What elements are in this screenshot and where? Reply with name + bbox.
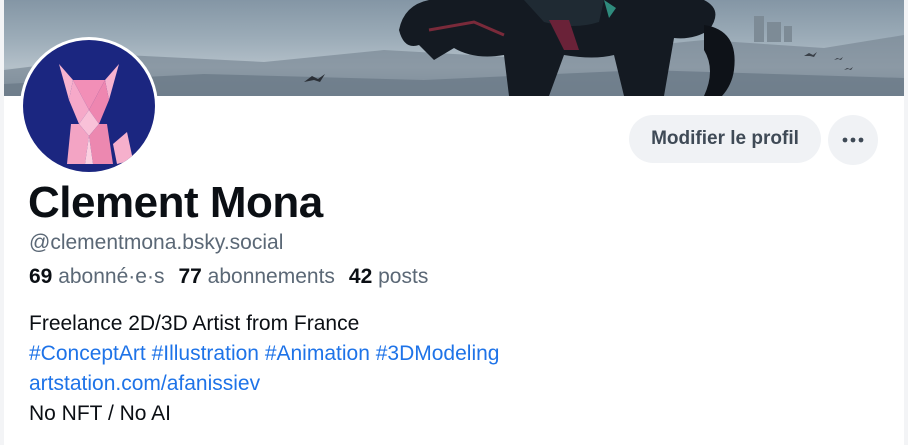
- origami-fox-icon: [59, 64, 133, 164]
- profile-handle: @clementmona.bsky.social: [29, 231, 284, 254]
- bio-line: No NFT / No AI: [29, 402, 171, 425]
- profile-header: Modifier le profil Clement Mona @clement…: [0, 0, 908, 445]
- posts-stat: 42 posts: [349, 265, 428, 289]
- followers-label: abonné·e·s: [58, 265, 165, 288]
- profile-stats: 69 abonné·e·s 77 abonnements 42 posts: [29, 265, 428, 289]
- edit-profile-button[interactable]: Modifier le profil: [629, 115, 821, 163]
- following-link[interactable]: 77 abonnements: [178, 265, 334, 289]
- profile-bio: Freelance 2D/3D Artist from France #Conc…: [29, 309, 499, 429]
- bio-website-link[interactable]: artstation.com/afanissiev: [29, 372, 260, 395]
- hashtag-link[interactable]: #Animation: [265, 342, 370, 365]
- avatar-image: [23, 40, 155, 172]
- more-options-button[interactable]: [828, 115, 878, 165]
- posts-label: posts: [378, 265, 429, 288]
- hashtag-link[interactable]: #ConceptArt: [29, 342, 146, 365]
- following-label: abonnements: [207, 265, 335, 288]
- posts-count: 42: [348, 265, 373, 288]
- bio-line: Freelance 2D/3D Artist from France: [29, 312, 360, 335]
- followers-link[interactable]: 69 abonné·e·s: [29, 265, 164, 289]
- ellipsis-icon: [842, 137, 864, 143]
- following-count: 77: [178, 265, 202, 288]
- bio-hashtags: #ConceptArt #Illustration #Animation #3D…: [29, 339, 499, 369]
- right-border: [904, 0, 908, 445]
- avatar[interactable]: [20, 37, 158, 175]
- display-name: Clement Mona: [28, 178, 323, 227]
- followers-count: 69: [29, 265, 53, 288]
- hashtag-link[interactable]: #Illustration: [152, 342, 259, 365]
- hashtag-link[interactable]: #3DModeling: [376, 342, 500, 365]
